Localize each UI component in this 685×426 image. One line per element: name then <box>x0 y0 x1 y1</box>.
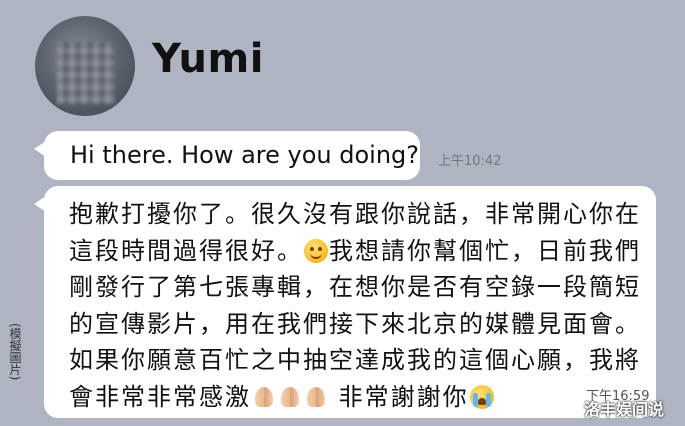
message-text: Hi there. How are you doing? <box>70 141 420 169</box>
folded-hands-emoji-icon <box>278 385 302 409</box>
message-text: 抱歉打擾你了。很久沒有跟你說話，非常開心你在 這段時間過得很好。 我想請你幫個忙，… <box>69 196 649 415</box>
bubble-tail <box>34 141 46 157</box>
folded-hands-emoji-icon <box>252 385 276 409</box>
simulated-image-note: (模擬圖片) <box>8 323 22 381</box>
contact-avatar[interactable] <box>35 16 135 116</box>
contact-name: Yumi <box>152 36 264 82</box>
message-line-segment: 會非常非常感激 <box>69 382 251 411</box>
message-line: 這段時間過得很好。 我想請你幫個忙，日前我們 <box>69 233 649 270</box>
message-line-segment: 非常謝謝你 <box>338 382 469 411</box>
smiling-face-emoji-icon <box>304 238 328 263</box>
message-line-segment: 這段時間過得很好。 <box>69 236 303 265</box>
avatar-mosaic-blur <box>57 42 115 104</box>
bubble-tail <box>34 196 46 212</box>
watermark: 洛丰娱间说 <box>584 400 665 419</box>
message-line: 剛發行了第七張專輯，在想你是否有空錄一段簡短 <box>69 273 641 301</box>
message-bubble-received[interactable]: 抱歉打擾你了。很久沒有跟你說話，非常開心你在 這段時間過得很好。 我想請你幫個忙，… <box>34 186 656 418</box>
message-line-segment: 我想請你幫個忙，日前我們 <box>329 236 641 265</box>
crying-face-emoji-icon <box>469 384 494 409</box>
message-line: 會非常非常感激 非常謝謝你 <box>69 379 649 416</box>
folded-hands-emoji-icon <box>304 385 328 409</box>
message-line: 的宣傳影片，用在我們接下來北京的媒體見面會。 <box>69 309 641 338</box>
message-line: 抱歉打擾你了。很久沒有跟你說話，非常開心你在 <box>69 200 641 228</box>
message-bubble-received[interactable]: Hi there. How are you doing? <box>34 131 420 180</box>
message-timestamp: 上午10:42 <box>438 154 502 169</box>
message-line: 如果你願意百忙之中抽空達成我的這個心願，我將 <box>69 346 641 374</box>
